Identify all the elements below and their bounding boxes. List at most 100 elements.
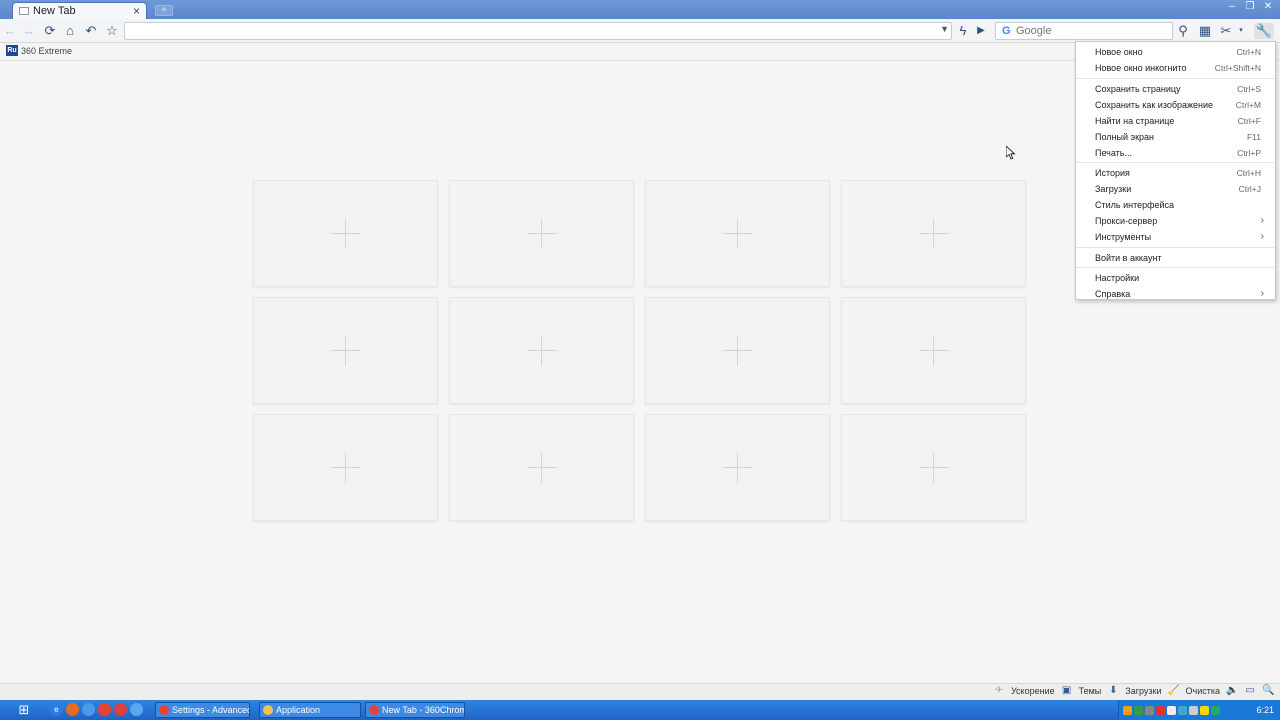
screen-icon[interactable]: ▭ — [1244, 685, 1256, 697]
add-plus-icon — [722, 335, 753, 366]
tray-icon[interactable] — [1156, 705, 1165, 715]
add-plus-icon — [330, 452, 361, 483]
cleanup-button[interactable]: Очистка — [1186, 686, 1220, 696]
start-button[interactable]: ⊞ — [8, 701, 40, 719]
tray-icon[interactable] — [1145, 705, 1154, 715]
zoom-icon[interactable]: 🔍 — [1262, 685, 1274, 697]
menu-item[interactable]: Справка › — [1076, 286, 1275, 302]
menu-item[interactable]: Печать... Ctrl+P — [1076, 145, 1275, 161]
search-icon[interactable]: ⚲ — [1175, 23, 1191, 39]
menu-item[interactable]: Полный экран F11 — [1076, 129, 1275, 145]
menu-separator — [1076, 267, 1275, 268]
chrome-alt-icon[interactable] — [114, 703, 127, 716]
search-input[interactable] — [1016, 24, 1166, 38]
main-menu: Новое окно Ctrl+N Новое окно инкогнито Ctrl… — [1075, 41, 1276, 300]
downloads-button[interactable]: Загрузки — [1125, 686, 1161, 696]
speed-dial-tile[interactable] — [841, 180, 1026, 287]
themes-button[interactable]: Темы — [1079, 686, 1102, 696]
back-arrow-icon[interactable]: ← — [2, 23, 18, 39]
tab-new-tab[interactable]: New Tab × — [12, 2, 147, 19]
menu-item-label: Печать... — [1095, 147, 1132, 158]
chevron-down-icon[interactable]: ▾ — [1233, 23, 1249, 39]
menu-item[interactable]: Стиль интерфейса — [1076, 197, 1275, 213]
bookmark-item[interactable]: Ru 360 Extreme — [6, 45, 72, 56]
reload-icon[interactable]: ⟳ — [42, 23, 58, 39]
menu-item-shortcut: Ctrl+N — [1236, 47, 1261, 57]
taskbar-task-button[interactable]: Application — [259, 702, 361, 718]
tray-icon[interactable] — [1189, 705, 1198, 715]
taskbar-task-button[interactable]: Settings - Advanced -... — [155, 702, 250, 718]
menu-item[interactable]: Новое окно инкогнито Ctrl+Shift+N — [1076, 60, 1275, 76]
address-bar[interactable]: ▼ — [124, 22, 952, 40]
tray-icon[interactable] — [1123, 705, 1132, 715]
new-tab-button[interactable]: + — [155, 5, 173, 16]
menu-item-shortcut: Ctrl+S — [1237, 83, 1261, 94]
menu-item[interactable]: Настройки — [1076, 270, 1275, 286]
speed-dial-tile[interactable] — [645, 180, 830, 287]
app-icon — [369, 705, 379, 715]
menu-item[interactable]: Сохранить страницу Ctrl+S — [1076, 81, 1275, 97]
minimize-button[interactable]: – — [1224, 1, 1240, 13]
speed-dial-tile[interactable] — [253, 414, 438, 521]
menu-item[interactable]: Инструменты › — [1076, 229, 1275, 245]
menu-item[interactable]: Новое окно Ctrl+N — [1076, 44, 1275, 60]
restore-button[interactable]: ❐ — [1242, 1, 1258, 13]
menu-item[interactable]: Найти на странице Ctrl+F — [1076, 113, 1275, 129]
firefox-icon[interactable] — [66, 703, 79, 716]
extensions-icon[interactable]: ▦ — [1197, 23, 1213, 39]
tray-icon[interactable] — [1178, 705, 1187, 715]
menu-item-label: Инструменты — [1095, 232, 1152, 242]
quicklaunch-icon[interactable]: e — [50, 703, 63, 716]
speed-dial-tile[interactable] — [253, 180, 438, 287]
speed-dial-tile[interactable] — [841, 414, 1026, 521]
chrome-icon[interactable] — [98, 703, 111, 716]
accelerate-button[interactable]: Ускорение — [1011, 686, 1055, 696]
speed-dial-tile[interactable] — [449, 297, 634, 404]
chevron-right-icon: › — [1260, 215, 1264, 226]
menu-item[interactable]: Сохранить как изображение Ctrl+M — [1076, 97, 1275, 113]
chevron-right-icon: › — [1260, 288, 1264, 299]
speed-dial-tile[interactable] — [841, 297, 1026, 404]
lightning-icon[interactable]: ϟ — [955, 23, 971, 39]
tray-icon[interactable] — [1134, 705, 1143, 715]
menu-item-label: Войти в аккаунт — [1095, 252, 1162, 263]
clock: 6:21 — [1256, 705, 1274, 715]
speaker-icon[interactable]: 🔈 — [1226, 685, 1238, 697]
rocket-icon: ✈ — [994, 685, 1004, 696]
menu-item[interactable]: Загрузки Ctrl+J — [1076, 181, 1275, 197]
menu-item-label: Сохранить как изображение — [1095, 99, 1214, 110]
menu-separator — [1076, 77, 1275, 79]
speed-dial-tile[interactable] — [645, 297, 830, 404]
star-bookmark-icon[interactable]: ☆ — [104, 23, 120, 39]
broom-icon: 🧹 — [1167, 685, 1180, 696]
scissors-icon[interactable]: ✂ — [1218, 23, 1234, 39]
tray-icon[interactable] — [1211, 705, 1220, 715]
globe-icon[interactable] — [82, 703, 95, 716]
tray-icon[interactable] — [1200, 705, 1209, 715]
speed-dial-tile[interactable] — [645, 414, 830, 521]
browser-icon[interactable] — [130, 703, 143, 716]
close-window-button[interactable]: ✕ — [1260, 1, 1276, 13]
wrench-menu-icon[interactable]: 🔧 — [1254, 23, 1274, 39]
menu-separator — [1076, 246, 1275, 248]
menu-item[interactable]: Войти в аккаунт — [1076, 250, 1275, 266]
add-plus-icon — [330, 335, 361, 366]
tab-strip: New Tab × + – ❐ ✕ — [0, 0, 1280, 19]
speed-dial-tile[interactable] — [449, 414, 634, 521]
tab-close-icon[interactable]: × — [133, 4, 140, 18]
forward-arrow-icon[interactable]: → — [21, 23, 37, 39]
add-plus-icon — [918, 452, 949, 483]
search-box[interactable]: G — [995, 22, 1173, 40]
menu-item[interactable]: История Ctrl+H — [1076, 165, 1275, 181]
home-icon[interactable]: ⌂ — [62, 23, 78, 39]
tray-icon[interactable] — [1167, 705, 1176, 715]
task-label: Application — [276, 705, 321, 715]
speed-dial-tile[interactable] — [449, 180, 634, 287]
taskbar-task-button[interactable]: New Tab - 360Chrom... — [365, 702, 465, 718]
menu-item[interactable]: Прокси-сервер › — [1076, 213, 1275, 229]
speed-dial-tile[interactable] — [253, 297, 438, 404]
play-icon[interactable]: ▶ — [973, 23, 989, 39]
bookmark-label: 360 Extreme — [21, 45, 73, 56]
undo-close-icon[interactable]: ↶ — [83, 23, 99, 39]
address-dropdown-icon[interactable]: ▼ — [940, 24, 949, 34]
